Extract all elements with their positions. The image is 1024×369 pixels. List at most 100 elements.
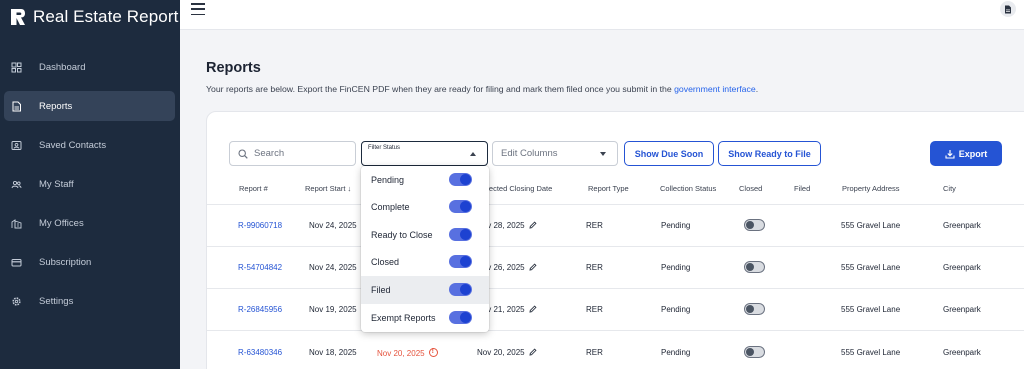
column-header-closed[interactable]: Closed [739, 184, 762, 193]
column-header-collection-status[interactable]: Collection Status [660, 184, 716, 193]
file-icon[interactable] [1000, 1, 1016, 17]
brand[interactable]: Real Estate Report [9, 7, 178, 27]
report-id-link[interactable]: R-99060718 [238, 221, 282, 230]
pencil-icon[interactable] [529, 348, 537, 356]
toggle-knob [746, 305, 754, 313]
report-start: Nov 24, 2025 [309, 263, 357, 272]
edit-columns-select[interactable]: Edit Columns [492, 141, 618, 166]
search-field[interactable] [229, 141, 356, 166]
sidebar-item-label: Reports [39, 100, 73, 112]
due-date-value: Nov 20, 2025 [377, 349, 425, 358]
pencil-icon[interactable] [529, 305, 537, 313]
report-id-link[interactable]: R-54704842 [238, 263, 282, 272]
closed-toggle[interactable] [744, 346, 765, 358]
option-toggle[interactable] [449, 283, 472, 296]
column-header-report-number[interactable]: Report # [239, 184, 268, 193]
search-icon [238, 148, 248, 159]
toggle-knob [460, 284, 471, 295]
contacts-icon [11, 140, 22, 151]
closing-date[interactable]: Nov 20, 2025 [477, 348, 537, 357]
menu-icon[interactable] [191, 3, 205, 15]
search-input[interactable] [254, 148, 344, 159]
sidebar-item-label: Subscription [39, 256, 92, 268]
filter-status-menu: Pending Complete Ready to Close Closed F… [361, 166, 489, 332]
card-icon [11, 257, 22, 268]
toggle-knob [460, 229, 471, 240]
report-start: Nov 19, 2025 [309, 305, 357, 314]
collection-status: Pending [661, 348, 691, 357]
city: Greenpark [943, 305, 981, 314]
report-type: RER [586, 348, 603, 357]
logo-icon [9, 7, 27, 27]
option-toggle[interactable] [449, 228, 472, 241]
filter-status-legend: Filter Status [368, 145, 401, 151]
closed-toggle[interactable] [744, 261, 765, 273]
app-name: Real Estate Report [33, 7, 179, 26]
sidebar-item-dashboard[interactable]: Dashboard [4, 52, 175, 82]
sidebar-item-my-offices[interactable]: My Offices [4, 208, 175, 238]
edit-columns-label: Edit Columns [501, 148, 558, 159]
chevron-down-icon [600, 152, 606, 156]
filter-option-filed[interactable]: Filed [361, 276, 489, 304]
filter-option-complete[interactable]: Complete [361, 193, 489, 221]
page-subtitle: Your reports are below. Export the FinCE… [206, 84, 758, 94]
government-interface-link[interactable]: government interface [674, 84, 756, 94]
property-address: 555 Gravel Lane [841, 348, 901, 357]
option-toggle[interactable] [449, 255, 472, 268]
due-date: Nov 20, 2025 [377, 348, 438, 358]
toggle-knob [460, 201, 471, 212]
sidebar: Real Estate Report Dashboard Reports Sav… [0, 0, 180, 369]
option-toggle[interactable] [449, 200, 472, 213]
header-label: Report Start [305, 184, 346, 193]
city: Greenpark [943, 221, 981, 230]
toggle-knob [746, 348, 754, 356]
sidebar-item-reports[interactable]: Reports [4, 91, 175, 121]
closed-toggle[interactable] [744, 219, 765, 231]
closed-toggle[interactable] [744, 303, 765, 315]
filter-option-pending[interactable]: Pending [361, 166, 489, 194]
filter-option-closed[interactable]: Closed [361, 248, 489, 276]
option-label: Ready to Close [371, 230, 433, 240]
sidebar-item-label: Dashboard [39, 61, 86, 73]
column-header-property-address[interactable]: Property Address [842, 184, 900, 193]
pencil-icon[interactable] [529, 263, 537, 271]
column-header-filed[interactable]: Filed [794, 184, 810, 193]
report-type: RER [586, 221, 603, 230]
filter-option-exempt-reports[interactable]: Exempt Reports [361, 304, 489, 332]
download-icon [945, 149, 955, 159]
due-warning-icon [428, 348, 438, 357]
toggle-knob [746, 263, 754, 271]
staff-icon [11, 179, 22, 190]
option-toggle[interactable] [449, 173, 472, 186]
city: Greenpark [943, 263, 981, 272]
sort-down-icon: ↓ [347, 184, 352, 193]
page-title: Reports [206, 60, 261, 76]
sidebar-item-settings[interactable]: Settings [4, 286, 175, 316]
option-label: Closed [371, 257, 400, 267]
closing-date-value: Nov 20, 2025 [477, 348, 525, 357]
option-label: Complete [371, 202, 410, 212]
toggle-knob [460, 312, 471, 323]
filter-option-ready-to-close[interactable]: Ready to Close [361, 221, 489, 249]
sidebar-item-saved-contacts[interactable]: Saved Contacts [4, 130, 175, 160]
show-ready-to-file-button[interactable]: Show Ready to File [718, 141, 821, 166]
city: Greenpark [943, 348, 981, 357]
column-header-report-type[interactable]: Report Type [588, 184, 629, 193]
toggle-knob [460, 256, 471, 267]
pencil-icon[interactable] [529, 221, 537, 229]
column-header-report-start[interactable]: Report Start ↓ [305, 184, 351, 193]
report-id-link[interactable]: R-26845956 [238, 305, 282, 314]
property-address: 555 Gravel Lane [841, 221, 901, 230]
gear-icon [11, 296, 22, 307]
sidebar-item-my-staff[interactable]: My Staff [4, 169, 175, 199]
export-button[interactable]: Export [930, 141, 1002, 166]
filter-status-select[interactable]: Filter Status [361, 141, 488, 166]
chevron-up-icon [470, 152, 476, 156]
report-id-link[interactable]: R-63480346 [238, 348, 282, 357]
sidebar-item-label: My Offices [39, 217, 84, 229]
row-divider [207, 246, 1024, 247]
sidebar-item-subscription[interactable]: Subscription [4, 247, 175, 277]
column-header-city[interactable]: City [943, 184, 956, 193]
option-toggle[interactable] [449, 311, 472, 324]
show-due-soon-button[interactable]: Show Due Soon [624, 141, 714, 166]
